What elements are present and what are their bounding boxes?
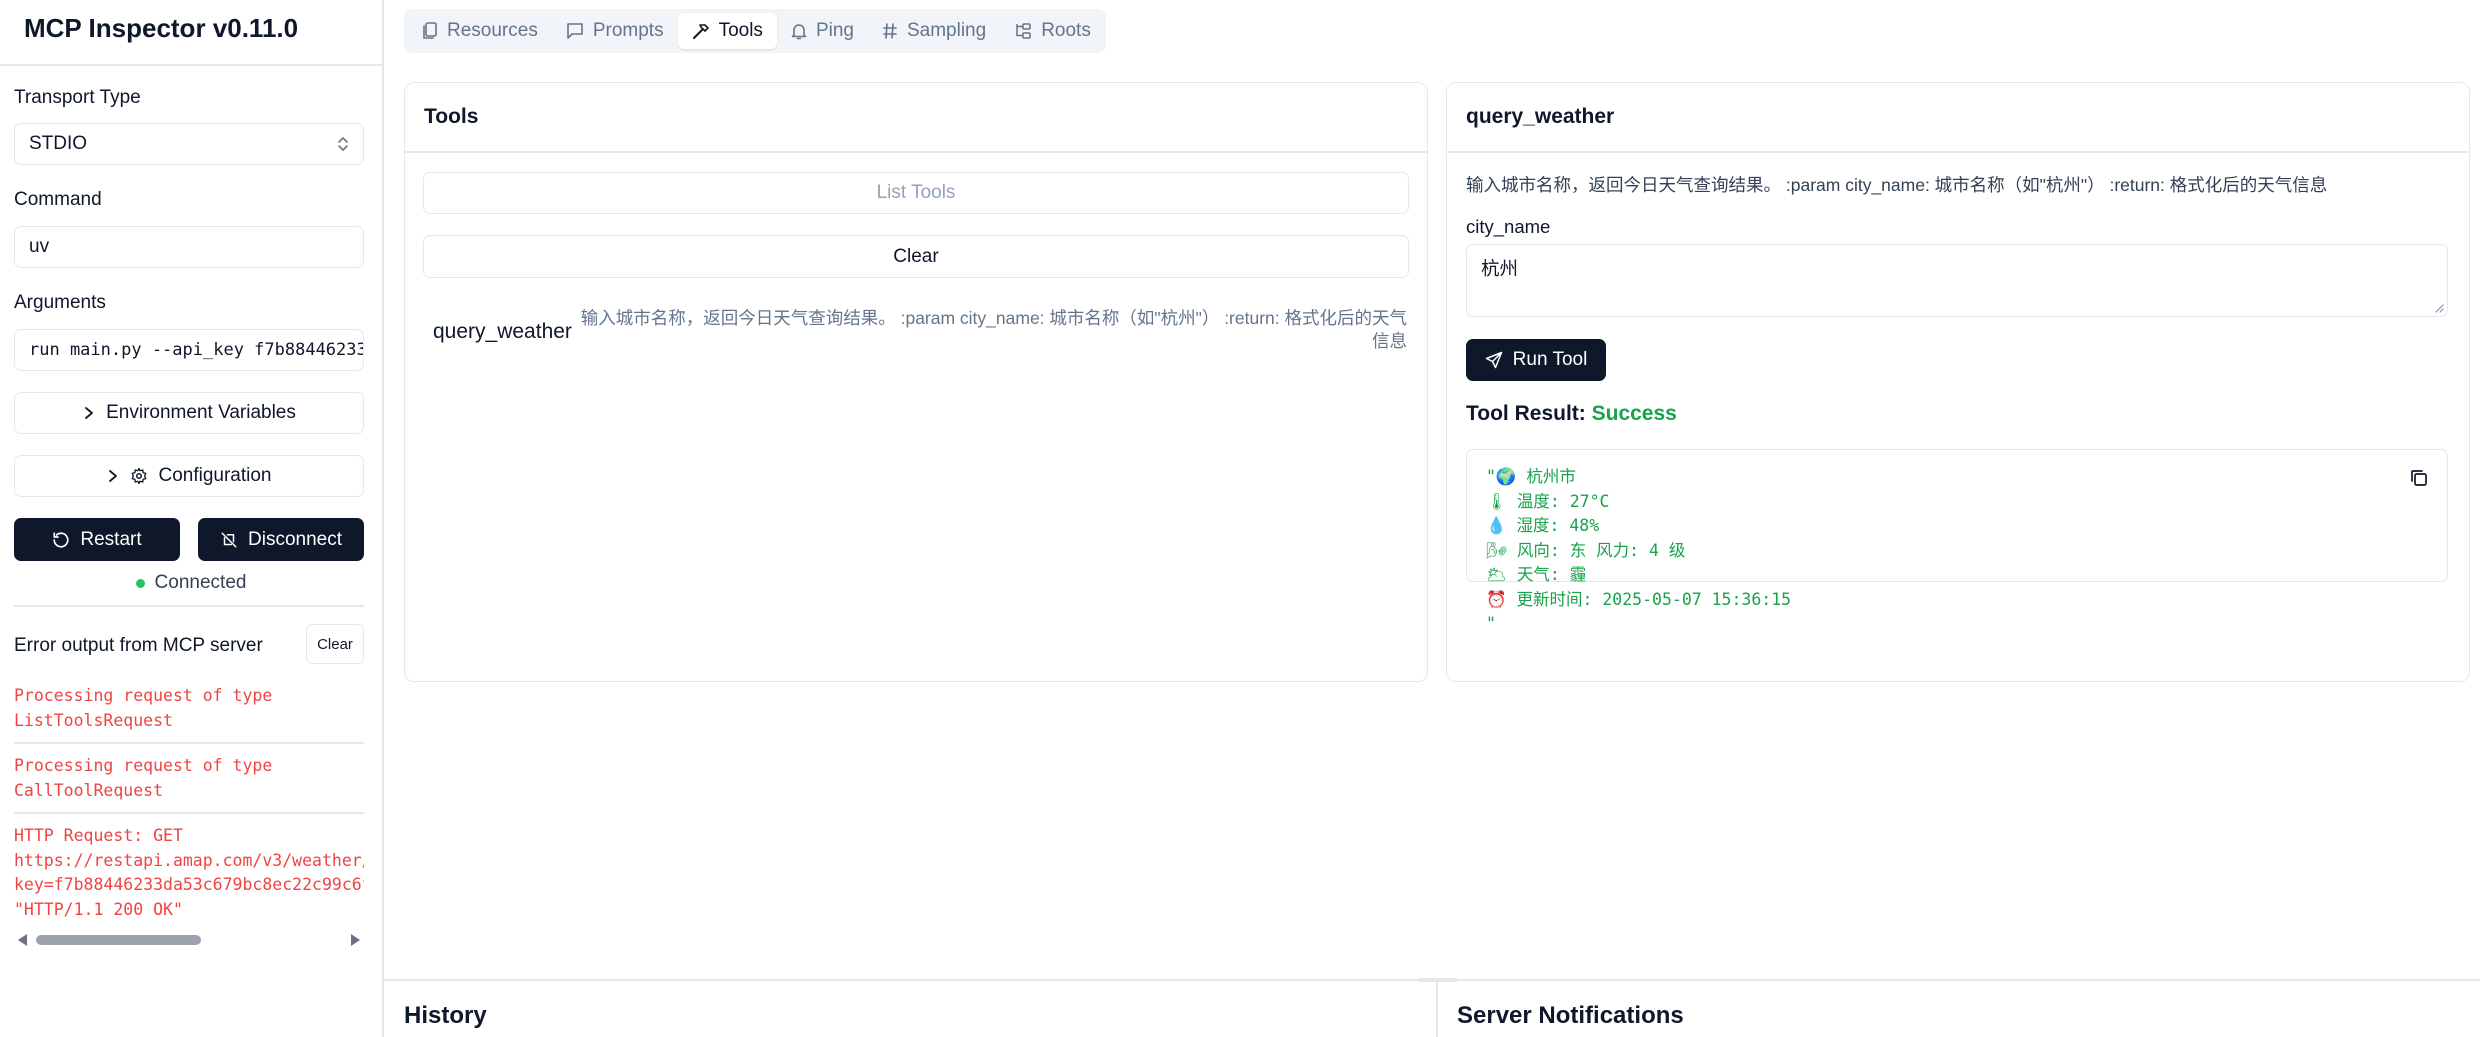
city-name-label: city_name — [1466, 216, 1551, 237]
command-value: uv — [29, 236, 50, 257]
divider — [14, 812, 364, 814]
error-output-heading: Error output from MCP server — [14, 635, 263, 656]
log-entry: HTTP Request: GET https://restapi.amap.c… — [14, 826, 364, 919]
tool-result-heading: Tool Result: Success — [1466, 402, 1677, 426]
rotate-ccw-icon — [52, 531, 70, 549]
tool-result-status: Success — [1591, 402, 1677, 425]
chevron-right-icon — [106, 468, 120, 484]
gear-icon — [130, 467, 148, 485]
command-input[interactable]: uv — [14, 226, 364, 268]
environment-variables-label: Environment Variables — [106, 402, 296, 423]
tab-label: Sampling — [906, 20, 987, 41]
app-title: MCP Inspector v0.11.0 — [24, 13, 299, 43]
arguments-input[interactable]: run main.py --api_key f7b88446233d — [14, 329, 364, 371]
tab-label: Tools — [718, 20, 763, 41]
disconnect-button[interactable]: Disconnect — [198, 518, 364, 561]
configuration-button[interactable]: Configuration — [14, 455, 364, 497]
tab-label: Resources — [447, 20, 538, 41]
folder-tree-icon — [1014, 22, 1032, 40]
history-title: History — [404, 1002, 487, 1029]
run-tool-label: Run Tool — [1512, 349, 1588, 370]
sidebar-header-divider — [0, 64, 382, 66]
tab-label: Roots — [1041, 20, 1091, 41]
resize-handle-icon[interactable] — [2432, 301, 2444, 313]
tool-detail-description: 输入城市名称，返回今日天气查询结果。 :param city_name: 城市名… — [1466, 175, 2328, 195]
chevrons-up-down-icon — [335, 135, 351, 153]
transport-type-label: Transport Type — [14, 87, 141, 108]
status-dot-icon — [135, 578, 145, 588]
tool-result-box: "🌍 杭州市 🌡 温度: 27°C 💧 湿度: 48% 🌬 风向: 东 风力: … — [1466, 449, 2448, 633]
arguments-value: run main.py --api_key f7b88446233d — [29, 340, 364, 360]
clear-errors-button[interactable]: Clear — [306, 624, 364, 664]
tab-bar: Resources Prompts Tools Ping Sampling Ro… — [404, 9, 1106, 53]
tools-panel-title: Tools — [424, 105, 479, 128]
hammer-icon — [692, 22, 710, 40]
connection-status-label: Connected — [154, 572, 247, 593]
transport-type-value: STDIO — [29, 133, 88, 154]
divider — [1447, 151, 2469, 153]
server-notifications-title: Server Notifications — [1457, 1002, 1684, 1029]
tab-tools[interactable]: Tools — [677, 13, 777, 49]
tool-description: 输入城市名称，返回今日天气查询结果。 :param city_name: 城市名… — [580, 308, 1407, 351]
divider — [405, 151, 1427, 153]
unplug-icon — [220, 531, 238, 549]
restart-button[interactable]: Restart — [14, 518, 180, 561]
tools-panel: Tools List Tools Clear query_weather 输入城… — [404, 82, 1428, 682]
message-square-icon — [566, 22, 584, 40]
configuration-label: Configuration — [158, 465, 272, 486]
tab-prompts[interactable]: Prompts — [552, 13, 678, 49]
log-entry: Processing request of type CallToolReque… — [14, 756, 273, 800]
tab-roots[interactable]: Roots — [1000, 13, 1105, 49]
tool-result-output: "🌍 杭州市 🌡 温度: 27°C 💧 湿度: 48% 🌬 风向: 东 风力: … — [1486, 467, 1792, 633]
tab-sampling[interactable]: Sampling — [868, 13, 1000, 49]
tool-detail-title: query_weather — [1466, 105, 1615, 128]
clear-tools-button[interactable]: Clear — [423, 235, 1409, 278]
bell-icon — [791, 22, 807, 40]
divider — [14, 605, 364, 607]
send-icon — [1485, 351, 1503, 369]
copy-icon[interactable] — [2409, 468, 2429, 488]
run-tool-button[interactable]: Run Tool — [1466, 339, 1606, 381]
sidebar: MCP Inspector v0.11.0 Transport Type STD… — [0, 0, 384, 1037]
disconnect-label: Disconnect — [248, 528, 342, 550]
tab-label: Prompts — [592, 20, 664, 41]
city-name-input[interactable]: 杭州 — [1466, 244, 2448, 317]
environment-variables-button[interactable]: Environment Variables — [14, 392, 364, 434]
resize-handle[interactable] — [1418, 978, 1458, 982]
tab-ping[interactable]: Ping — [777, 13, 868, 49]
tool-detail-panel: query_weather 输入城市名称，返回今日天气查询结果。 :param … — [1446, 82, 2470, 682]
arguments-label: Arguments — [14, 292, 106, 313]
scroll-right-icon[interactable] — [351, 934, 360, 946]
city-name-value: 杭州 — [1481, 258, 1519, 279]
chevron-right-icon — [82, 405, 96, 421]
scroll-left-icon[interactable] — [18, 934, 27, 946]
files-icon — [422, 22, 438, 40]
log-entry: Processing request of type ListToolsRequ… — [14, 686, 273, 730]
tool-name: query_weather — [433, 320, 572, 343]
tab-resources[interactable]: Resources — [408, 13, 552, 49]
tool-result-label: Tool Result: — [1466, 402, 1586, 425]
command-label: Command — [14, 189, 102, 210]
transport-type-select[interactable]: STDIO — [14, 123, 364, 165]
scrollbar-thumb[interactable] — [36, 935, 201, 945]
hash-icon — [882, 22, 898, 40]
restart-label: Restart — [80, 528, 142, 550]
divider — [1436, 980, 1438, 1037]
divider — [14, 742, 364, 744]
connection-status: Connected — [0, 572, 382, 594]
list-tools-button[interactable]: List Tools — [423, 172, 1409, 214]
tab-label: Ping — [815, 20, 854, 41]
horizontal-scrollbar[interactable] — [14, 929, 364, 951]
